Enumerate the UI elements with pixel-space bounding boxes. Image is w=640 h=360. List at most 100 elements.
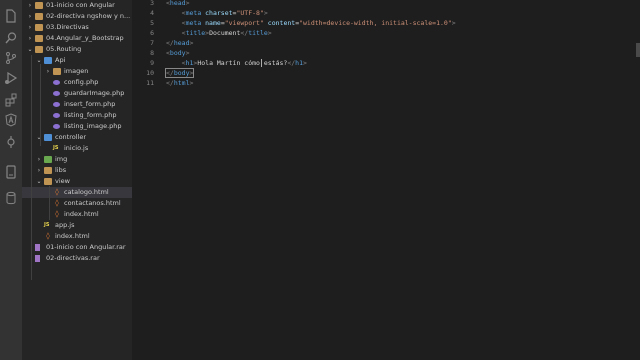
php-file-icon (53, 91, 60, 96)
code-token: meta (185, 19, 202, 27)
angular-icon[interactable] (3, 112, 19, 128)
explorer-item[interactable]: › 02-directiva ngshow y n... (22, 11, 132, 22)
explorer-item-label: app.js (55, 221, 75, 229)
explorer-item[interactable]: config.php (22, 77, 132, 88)
chevron-right-icon[interactable]: › (36, 165, 42, 176)
code-token: Hola Martín cómo estás? (197, 59, 288, 67)
explorer-item[interactable]: listing_image.php (22, 121, 132, 132)
chevron-right-icon[interactable]: › (27, 33, 33, 44)
line-number: 5 (150, 19, 154, 27)
explorer-item-label: 01-inicio con Angular (46, 1, 115, 9)
explorer-item[interactable]: 01-inicio con Angular.rar (22, 242, 132, 253)
explorer-item[interactable]: ⌄ view (22, 176, 132, 187)
explorer-icon[interactable] (3, 8, 19, 24)
explorer-item[interactable]: JS app.js (22, 220, 132, 231)
explorer-item-label: 01-inicio con Angular.rar (46, 243, 126, 251)
chevron-right-icon[interactable]: › (27, 0, 33, 11)
explorer-item-label: imagen (64, 67, 89, 75)
explorer-item[interactable]: ◊ contactanos.html (22, 198, 132, 209)
explorer-item[interactable]: › libs (22, 165, 132, 176)
explorer-item-label: listing_image.php (64, 122, 122, 130)
code-line[interactable]: <head> (166, 0, 190, 8)
chevron-down-icon[interactable]: ⌄ (36, 132, 42, 143)
php-file-icon (53, 124, 60, 129)
explorer-item[interactable]: listing_form.php (22, 110, 132, 121)
php-file-icon (53, 80, 60, 85)
git-lens-icon[interactable] (3, 134, 19, 150)
explorer-item-label: libs (55, 166, 67, 174)
code-token: charset (201, 9, 233, 17)
explorer-item[interactable]: ◊ catalogo.html (22, 187, 132, 198)
explorer-item-label: controller (55, 133, 87, 141)
explorer-item-label: index.html (64, 210, 99, 218)
explorer-item-label: Api (55, 56, 66, 64)
remote-explorer-icon[interactable] (3, 164, 19, 180)
run-debug-icon[interactable] (3, 70, 19, 86)
indent-guide (49, 186, 50, 220)
explorer-item[interactable]: › 03.Directivas (22, 22, 132, 33)
code-token: "UTF-8" (236, 9, 264, 17)
explorer-item[interactable]: ◊ index.html (22, 231, 132, 242)
code-token: title (185, 29, 206, 37)
explorer-item-label: 03.Directivas (46, 23, 89, 31)
php-file-icon (53, 113, 60, 118)
explorer-item-label: contactanos.html (64, 199, 121, 207)
chevron-down-icon[interactable]: ⌄ (36, 176, 42, 187)
explorer-item-label: 05.Routing (46, 45, 82, 53)
explorer-item[interactable]: JS inicio.js (22, 143, 132, 154)
explorer-item[interactable]: › imagen (22, 66, 132, 77)
scrollbar[interactable] (636, 43, 640, 57)
explorer-item-label: 04.Angular_y_Bootstrap (46, 34, 124, 42)
line-number: 7 (150, 39, 154, 47)
code-token: "viewport" (224, 19, 264, 27)
explorer-item[interactable]: ◊ index.html (22, 209, 132, 220)
code-token: Document (209, 29, 241, 37)
code-line[interactable]: </head> (166, 38, 193, 48)
explorer-item[interactable]: › 01-inicio con Angular (22, 0, 132, 11)
code-token: </ (166, 79, 174, 87)
chevron-right-icon[interactable]: › (45, 66, 51, 77)
js-file-icon: JS (53, 145, 59, 151)
explorer-item[interactable]: guardarImage.php (22, 88, 132, 99)
code-line[interactable]: <body> (166, 48, 190, 58)
code-editor[interactable]: 3 4 5 6 7 8 9 10 11 <head> <meta charset="UTF-8"… (132, 0, 640, 360)
explorer-item-label: config.php (64, 78, 99, 86)
chevron-right-icon[interactable]: › (36, 154, 42, 165)
code-line[interactable]: <meta name="viewport" content="width=dev… (166, 18, 456, 28)
explorer-item[interactable]: ⌄ controller (22, 132, 132, 143)
chevron-down-icon[interactable]: ⌄ (27, 44, 33, 55)
extensions-icon[interactable] (3, 92, 19, 108)
code-token: </ (166, 39, 174, 47)
explorer-item[interactable]: ⌄ 05.Routing (22, 44, 132, 55)
code-token: meta (185, 9, 202, 17)
database-icon[interactable] (3, 190, 19, 206)
folder-icon (35, 13, 43, 20)
explorer-item[interactable]: › img (22, 154, 132, 165)
line-number: 3 (150, 0, 154, 7)
html-file-icon: ◊ (55, 210, 59, 218)
explorer-item[interactable]: insert_form.php (22, 99, 132, 110)
js-file-icon: JS (44, 222, 50, 228)
explorer-item-label: listing_form.php (64, 111, 117, 119)
code-line[interactable]: <h1>Hola Martín cómo estás?</h1> (166, 58, 307, 68)
search-icon[interactable] (3, 30, 19, 46)
code-token: title (248, 29, 268, 37)
folder-icon (44, 156, 52, 163)
chevron-right-icon[interactable]: › (27, 11, 33, 22)
chevron-down-icon[interactable]: ⌄ (36, 55, 42, 66)
explorer-item-label: insert_form.php (64, 100, 116, 108)
chevron-right-icon[interactable]: › (27, 22, 33, 33)
folder-icon (44, 178, 52, 185)
bracket-match-highlight (165, 68, 194, 78)
folder-icon (44, 57, 52, 64)
source-control-icon[interactable] (3, 50, 19, 66)
explorer-item[interactable]: › 04.Angular_y_Bootstrap (22, 33, 132, 44)
code-line[interactable]: </html> (166, 78, 193, 88)
explorer-item-label: img (55, 155, 68, 163)
code-line[interactable]: <title>Document</title> (166, 28, 272, 38)
explorer-item[interactable]: 02-directivas.rar (22, 253, 132, 264)
code-token: > (185, 0, 190, 7)
code-line[interactable]: <meta charset="UTF-8"> (166, 8, 268, 18)
explorer-item[interactable]: ⌄ Api (22, 55, 132, 66)
